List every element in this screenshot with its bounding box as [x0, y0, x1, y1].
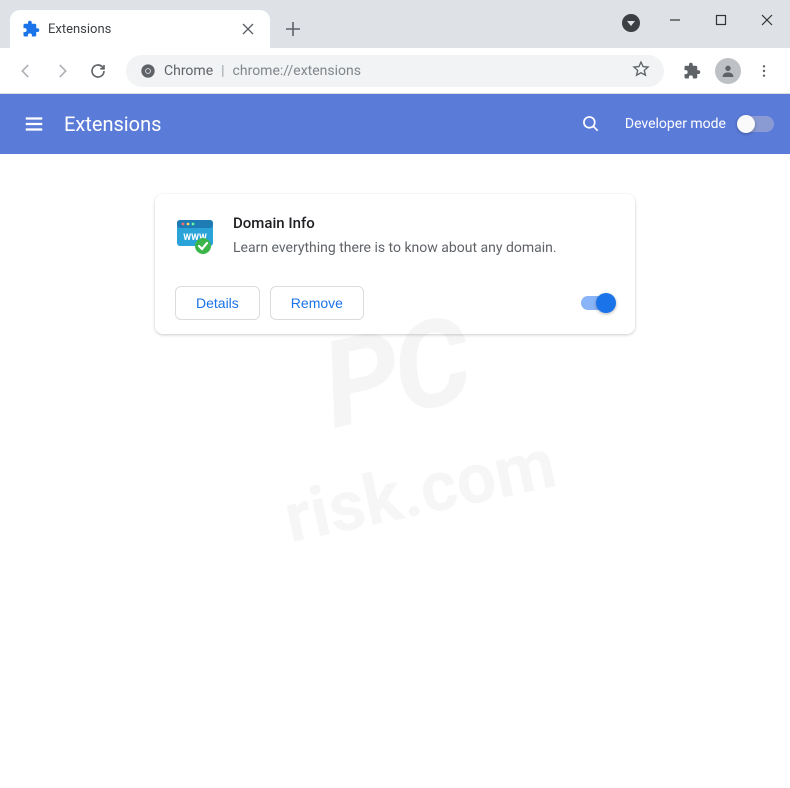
forward-button[interactable]	[46, 55, 78, 87]
chrome-icon	[140, 63, 156, 79]
bookmark-star-icon[interactable]	[632, 60, 650, 82]
extensions-puzzle-icon[interactable]	[676, 55, 708, 87]
developer-mode-label: Developer mode	[625, 116, 726, 132]
window-titlebar: Extensions	[0, 0, 790, 48]
reload-button[interactable]	[82, 55, 114, 87]
extension-enable-toggle[interactable]	[581, 296, 615, 310]
extensions-header: Extensions Developer mode	[0, 94, 790, 154]
profile-avatar[interactable]	[712, 55, 744, 87]
page-title: Extensions	[64, 112, 573, 136]
tab-title: Extensions	[48, 22, 238, 37]
browser-toolbar: Chrome | chrome://extensions	[0, 48, 790, 94]
extension-piece-icon	[22, 20, 40, 38]
tab-close-button[interactable]	[238, 20, 258, 39]
window-controls	[652, 0, 790, 40]
back-button[interactable]	[10, 55, 42, 87]
search-extensions-button[interactable]	[573, 106, 609, 142]
extension-description: Learn everything there is to know about …	[233, 238, 557, 258]
remove-button[interactable]: Remove	[270, 286, 364, 320]
address-bar[interactable]: Chrome | chrome://extensions	[126, 55, 664, 87]
close-window-button[interactable]	[744, 0, 790, 40]
browser-tab[interactable]: Extensions	[10, 10, 270, 48]
maximize-button[interactable]	[698, 0, 744, 40]
details-button[interactable]: Details	[175, 286, 260, 320]
omnibox-divider: |	[221, 63, 224, 79]
extension-card: WWW Domain Info Learn everything there i…	[155, 194, 635, 334]
watermark-text: PC	[0, 77, 790, 671]
omnibox-url: chrome://extensions	[233, 63, 624, 79]
new-tab-button[interactable]	[278, 14, 308, 44]
browser-menu-button[interactable]	[748, 55, 780, 87]
extension-name: Domain Info	[233, 214, 557, 232]
extension-app-icon: WWW	[175, 216, 215, 256]
hamburger-menu-button[interactable]	[16, 106, 52, 142]
developer-mode-toggle[interactable]	[738, 116, 774, 132]
tab-search-button[interactable]	[622, 14, 640, 32]
extensions-content: PC risk.com WWW Domain Info Learn everyt…	[0, 154, 790, 593]
omnibox-scheme: Chrome	[164, 63, 213, 79]
minimize-button[interactable]	[652, 0, 698, 40]
